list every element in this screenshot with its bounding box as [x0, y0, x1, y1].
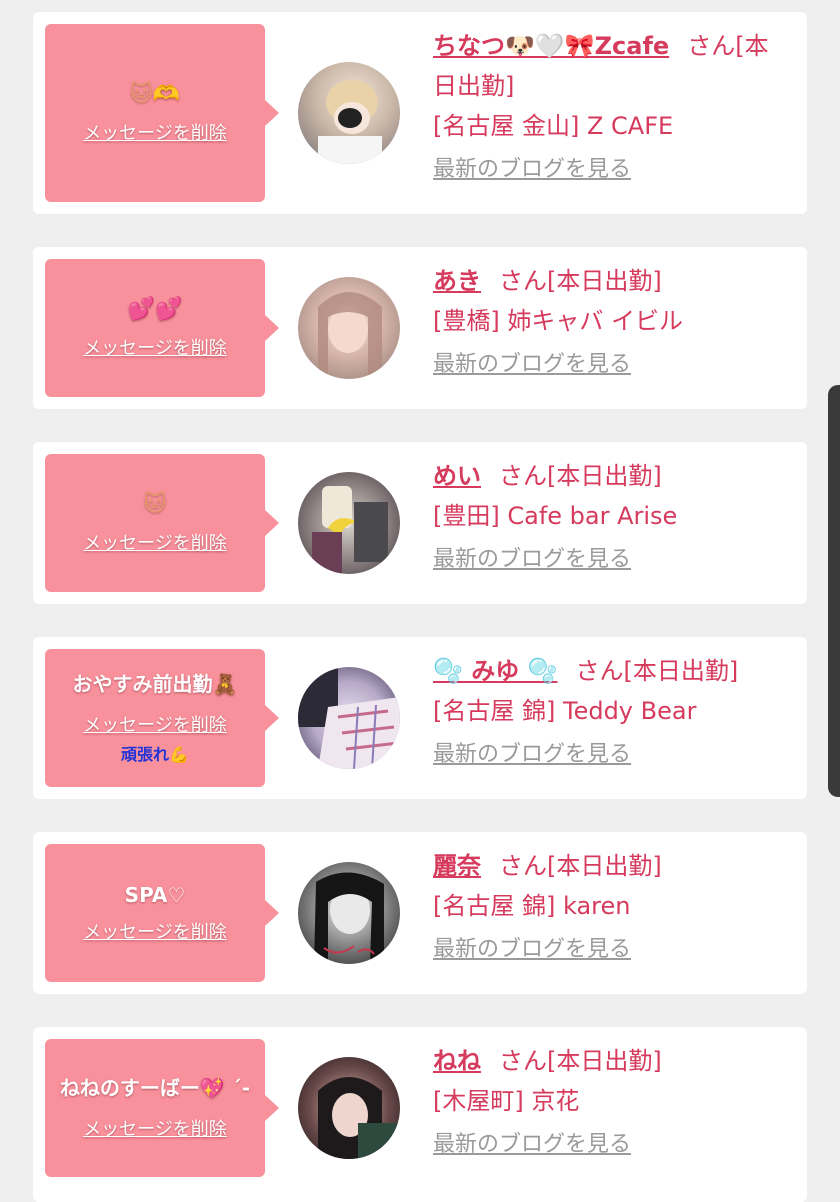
message-text: 🐱 [143, 492, 167, 518]
latest-blog-link[interactable]: 最新のブログを見る [433, 1127, 631, 1163]
list-item: 🐱🫶 メッセージを削除 ちなつ🐶🤍🎀Zcafe さん[本日出勤] [名古屋 金山]… [33, 12, 807, 214]
message-text: おやすみ前出勤🧸 [72, 671, 238, 696]
entry-info: ちなつ🐶🤍🎀Zcafe さん[本日出勤] [名古屋 金山] Z CAFE 最新のブ… [433, 26, 787, 188]
shop-text: [木屋町] 京花 [433, 1087, 580, 1115]
avatar[interactable] [298, 667, 400, 769]
avatar-image [318, 80, 382, 164]
latest-blog-link[interactable]: 最新のブログを見る [433, 932, 631, 968]
list-item: おやすみ前出勤🧸 メッセージを削除 頑張れ💪 🫧 みゆ 🫧 さん[本日出勤] [名… [33, 637, 807, 799]
shop-text: [名古屋 金山] Z CAFE [433, 112, 674, 140]
delete-message-link[interactable]: メッセージを削除 [83, 1115, 227, 1141]
girl-name-link[interactable]: 🫧 みゆ 🫧 [433, 657, 557, 685]
list-item: SPA♡ メッセージを削除 麗奈 さん[本日出勤] [名古屋 錦] karen 最… [33, 832, 807, 994]
avatar-image [312, 486, 388, 574]
entry-info: めい さん[本日出勤] [豊田] Cafe bar Arise 最新のブログを見る [433, 456, 787, 578]
list-item: ねねのすーばー💖 ´- メッセージを削除 ねね さん[本日出勤] [木屋町] 京花… [33, 1027, 807, 1202]
latest-blog-link[interactable]: 最新のブログを見る [433, 152, 631, 188]
status-text: さん[本日出勤] [499, 462, 662, 490]
message-bubble: おやすみ前出勤🧸 メッセージを削除 頑張れ💪 [45, 649, 279, 787]
avatar[interactable] [298, 277, 400, 379]
status-text: さん[本日出勤] [499, 852, 662, 880]
delete-message-link[interactable]: メッセージを削除 [83, 711, 227, 737]
entry-info: あき さん[本日出勤] [豊橋] 姉キャバ イビル 最新のブログを見る [433, 261, 787, 383]
shop-text: [豊田] Cafe bar Arise [433, 502, 678, 530]
status-text: さん[本日出勤] [575, 657, 739, 685]
delete-message-link[interactable]: メッセージを削除 [83, 918, 227, 944]
shop-text: [名古屋 錦] karen [433, 892, 631, 920]
avatar-image [318, 292, 382, 379]
girl-name-link[interactable]: めい [433, 462, 481, 490]
entry-info: ねね さん[本日出勤] [木屋町] 京花 最新のブログを見る [433, 1041, 787, 1163]
girl-name-link[interactable]: ねね [433, 1047, 481, 1075]
message-bubble: SPA♡ メッセージを削除 [45, 844, 279, 982]
avatar-image [318, 1077, 398, 1159]
message-subtext: 頑張れ💪 [121, 744, 189, 764]
shop-text: [名古屋 錦] Teddy Bear [433, 697, 697, 725]
delete-message-link[interactable]: メッセージを削除 [83, 529, 227, 555]
avatar-image [298, 667, 400, 769]
delete-message-link[interactable]: メッセージを削除 [83, 119, 227, 145]
avatar-image [314, 872, 384, 964]
avatar[interactable] [298, 62, 400, 164]
message-bubble: ねねのすーばー💖 ´- メッセージを削除 [45, 1039, 279, 1177]
avatar[interactable] [298, 862, 400, 964]
message-text: 💕💕 [127, 297, 183, 323]
status-text: さん[本日出勤] [499, 267, 662, 295]
shop-text: [豊橋] 姉キャバ イビル [433, 307, 683, 335]
message-bubble: 🐱🫶 メッセージを削除 [45, 24, 279, 202]
latest-blog-link[interactable]: 最新のブログを見る [433, 737, 631, 773]
message-bubble: 💕💕 メッセージを削除 [45, 259, 279, 397]
avatar[interactable] [298, 472, 400, 574]
girl-name-link[interactable]: ちなつ🐶🤍🎀Zcafe [433, 32, 669, 60]
status-text: さん[本日出勤] [499, 1047, 662, 1075]
list-item: 💕💕 メッセージを削除 あき さん[本日出勤] [豊橋] 姉キャバ イビル 最新の… [33, 247, 807, 409]
message-text: SPA♡ [124, 882, 186, 907]
flexed-arm-icon: 💪 [169, 744, 189, 764]
entry-info: 麗奈 さん[本日出勤] [名古屋 錦] karen 最新のブログを見る [433, 846, 787, 968]
message-text: ねねのすーばー💖 ´- [59, 1075, 251, 1100]
latest-blog-link[interactable]: 最新のブログを見る [433, 542, 631, 578]
delete-message-link[interactable]: メッセージを削除 [83, 334, 227, 360]
latest-blog-link[interactable]: 最新のブログを見る [433, 347, 631, 383]
message-bubble: 🐱 メッセージを削除 [45, 454, 279, 592]
scrollbar-handle[interactable] [828, 385, 840, 797]
girl-name-link[interactable]: 麗奈 [433, 852, 481, 880]
message-text: 🐱🫶 [129, 82, 181, 108]
girl-name-link[interactable]: あき [433, 267, 481, 295]
list-item: 🐱 メッセージを削除 めい さん[本日出勤] [豊田] Cafe bar Aris… [33, 442, 807, 604]
avatar[interactable] [298, 1057, 400, 1159]
entry-info: 🫧 みゆ 🫧 さん[本日出勤] [名古屋 錦] Teddy Bear 最新のブログ… [433, 651, 787, 773]
